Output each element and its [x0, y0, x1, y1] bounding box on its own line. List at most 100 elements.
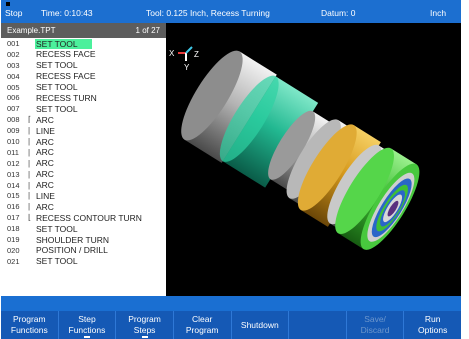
soft-key-3[interactable]: Program Steps: [116, 311, 174, 339]
soft-key-8[interactable]: Run Options: [404, 311, 461, 339]
step-number: 003: [7, 60, 20, 70]
step-label: RECESS TURN: [36, 92, 97, 103]
axis-triad: X Z Y: [169, 46, 199, 72]
program-step-row[interactable]: 017 ⌊ RECESS CONTOUR TURN: [1, 212, 166, 223]
program-step-row[interactable]: 009 | LINE: [1, 125, 166, 136]
group-brace: |: [28, 137, 31, 147]
step-number: 013: [7, 169, 20, 179]
step-label: ARC: [36, 201, 54, 212]
step-label: RECESS CONTOUR TURN: [36, 212, 142, 223]
program-step-row[interactable]: 020 POSITION / DRILL: [1, 245, 166, 256]
group-brace: |: [28, 126, 31, 136]
step-number: 017: [7, 213, 20, 223]
group-brace: |: [28, 191, 31, 201]
step-label: SET TOOL: [36, 256, 78, 267]
soft-key-line1: Clear: [192, 314, 213, 325]
step-label: SET TOOL: [36, 82, 78, 93]
step-label: ARC: [36, 158, 54, 169]
program-step-row[interactable]: 012 | ARC: [1, 158, 166, 169]
dropdown-indicator-icon: [83, 336, 90, 338]
program-step-row[interactable]: 007 SET TOOL: [1, 103, 166, 114]
program-step-row[interactable]: 002 RECESS FACE: [1, 49, 166, 60]
step-label: SET TOOL: [36, 60, 78, 71]
step-number: 001: [7, 39, 20, 48]
machine-state: Stop: [5, 8, 23, 18]
step-label: RECESS FACE: [36, 71, 96, 82]
soft-key-line2: Steps: [133, 325, 156, 335]
step-label: LINE: [36, 125, 55, 136]
program-filename: Example.TPT: [7, 26, 56, 35]
step-label: ARC: [36, 180, 54, 191]
soft-key-line1: Shutdown: [240, 319, 279, 330]
program-step-row[interactable]: 001 SET TOOL: [1, 38, 166, 49]
step-number: 019: [7, 235, 20, 245]
soft-key-bar: Program Functions Step Functions Program Step…: [1, 311, 461, 339]
program-step-row[interactable]: 014 | ARC: [1, 180, 166, 191]
step-label: ARC: [36, 169, 54, 180]
soft-key-6: [289, 311, 347, 339]
step-label: ARC: [36, 136, 54, 147]
soft-key-7: Save/Discard: [347, 311, 405, 339]
program-step-row[interactable]: 018 SET TOOL: [1, 223, 166, 234]
status-bar: Stop Time: 0:10:43 Tool: 0.125 Inch, Rec…: [1, 0, 461, 23]
program-step-row[interactable]: 015 | LINE: [1, 190, 166, 201]
step-number: 021: [7, 256, 20, 266]
program-step-row[interactable]: 008 ⌈ ARC: [1, 114, 166, 125]
current-tool[interactable]: Tool: 0.125 Inch, Recess Turning: [146, 8, 270, 18]
step-number: 005: [7, 82, 20, 92]
group-brace: |: [28, 169, 31, 179]
dropdown-indicator-icon: [141, 336, 148, 338]
step-number: 011: [7, 147, 19, 157]
step-position: 1 of 27: [135, 26, 160, 35]
step-number: 002: [7, 49, 20, 59]
step-label: SET TOOL: [36, 223, 78, 234]
group-brace: ⌈: [28, 115, 32, 125]
soft-key-2[interactable]: Step Functions: [59, 311, 117, 339]
graphics-viewport[interactable]: X Z Y: [166, 23, 461, 296]
program-header: Example.TPT 1 of 27: [1, 23, 166, 38]
dro-screen: Stop Time: 0:10:43 Tool: 0.125 Inch, Rec…: [1, 0, 461, 339]
step-number: 018: [7, 224, 20, 234]
soft-key-line1: Save/: [364, 314, 386, 325]
run-time: Time: 0:10:43: [41, 8, 93, 18]
group-brace: |: [28, 158, 31, 168]
datum[interactable]: Datum: 0: [321, 8, 356, 18]
program-step-row[interactable]: 003 SET TOOL: [1, 60, 166, 71]
step-number: 006: [7, 93, 20, 103]
soft-key-line1: Run: [424, 314, 441, 325]
group-brace: |: [28, 180, 31, 190]
step-number: 016: [7, 202, 20, 212]
program-step-row[interactable]: 004 RECESS FACE: [1, 71, 166, 82]
step-label: SET TOOL: [35, 38, 92, 49]
program-step-row[interactable]: 010 | ARC: [1, 136, 166, 147]
soft-key-line2: Options: [418, 325, 448, 335]
stop-icon: [6, 2, 10, 6]
soft-key-line2: Discard: [360, 325, 390, 335]
program-step-row[interactable]: 011 | ARC: [1, 147, 166, 158]
soft-key-line1: Program: [13, 314, 46, 325]
step-label: SET TOOL: [36, 103, 78, 114]
soft-key-4[interactable]: Clear Program: [174, 311, 232, 339]
program-step-row[interactable]: 005 SET TOOL: [1, 82, 166, 93]
group-brace: |: [28, 202, 31, 212]
program-step-row[interactable]: 021 SET TOOL: [1, 256, 166, 267]
soft-key-line2: Functions: [68, 325, 106, 335]
soft-key-line2: Functions: [10, 325, 48, 335]
step-number: 012: [7, 158, 20, 168]
program-step-row[interactable]: 013 | ARC: [1, 169, 166, 180]
program-step-list[interactable]: Example.TPT 1 of 27 001 SET TOOL 002 RECESS…: [1, 23, 166, 296]
program-step-row[interactable]: 016 | ARC: [1, 201, 166, 212]
step-label: RECESS FACE: [36, 49, 96, 60]
step-number: 007: [7, 104, 20, 114]
soft-key-5[interactable]: Shutdown: [232, 311, 290, 339]
program-step-row[interactable]: 006 RECESS TURN: [1, 92, 166, 103]
soft-key-1[interactable]: Program Functions: [1, 311, 59, 339]
units[interactable]: Inch: [430, 8, 446, 18]
step-number: 004: [7, 71, 20, 81]
step-label: ARC: [36, 114, 54, 125]
group-brace: |: [28, 147, 31, 157]
soft-key-line1: Program: [128, 314, 161, 325]
soft-key-line2: Program: [185, 325, 219, 335]
program-step-row[interactable]: 019 SHOULDER TURN: [1, 234, 166, 245]
soft-key-line1: Step: [78, 314, 96, 325]
